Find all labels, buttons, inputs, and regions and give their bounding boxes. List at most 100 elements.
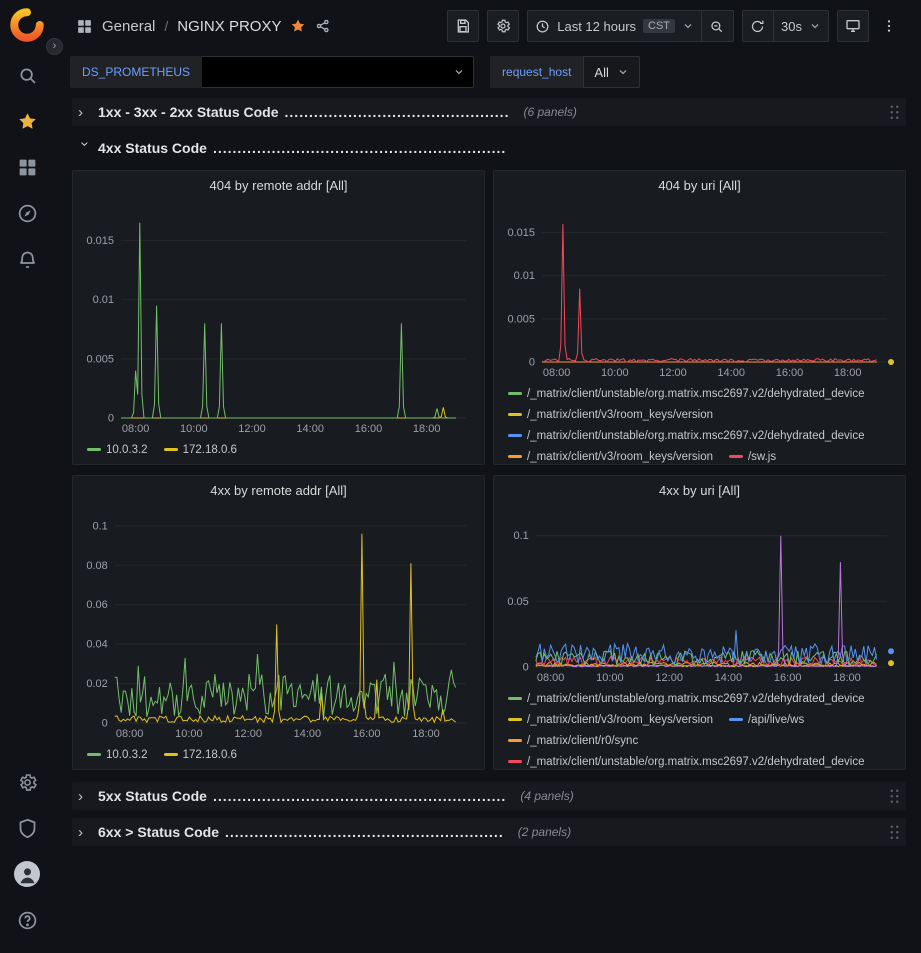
legend-series-label: 10.0.3.2 (106, 444, 148, 456)
panel-4xx-by-uri: 4xx by uri [All] 00.050.108:0010:0012:00… (493, 475, 906, 770)
legend-item[interactable]: /_matrix/client/unstable/org.matrix.msc2… (508, 430, 865, 442)
refresh-button[interactable] (742, 10, 774, 42)
row-title: 1xx - 3xx - 2xx Status Code (98, 104, 279, 120)
refresh-interval-picker[interactable]: 30s (774, 10, 829, 42)
request-host-variable: request_host All (490, 56, 640, 88)
favorite-star-icon[interactable] (290, 18, 306, 34)
legend-row: /_matrix/client/r0/sync (508, 730, 893, 751)
legend-item[interactable]: /_matrix/client/unstable/org.matrix.msc2… (508, 756, 865, 768)
row-drag-handle[interactable] (889, 824, 900, 841)
dashboard-row-6xx[interactable]: › 6xx > Status Code ....................… (72, 818, 906, 846)
legend-item[interactable]: /_matrix/client/unstable/org.matrix.msc2… (508, 388, 865, 400)
share-icon[interactable] (315, 18, 331, 34)
zoom-out-button[interactable] (702, 10, 734, 42)
legend-item[interactable]: /sw.js (729, 451, 776, 463)
panel-legend: 10.0.3.2 172.18.0.6 (77, 437, 480, 464)
legend-item[interactable]: /api/live/ws (729, 714, 804, 726)
configuration-gear-icon[interactable] (7, 764, 47, 800)
starred-dashboards-icon[interactable] (7, 103, 47, 139)
legend-item[interactable]: /_matrix/client/unstable/org.matrix.msc2… (508, 693, 865, 705)
dashboard-row-1xx-3xx-2xx[interactable]: › 1xx - 3xx - 2xx Status Code ..........… (72, 98, 906, 126)
svg-text:0: 0 (108, 413, 114, 425)
legend-item[interactable]: 10.0.3.2 (87, 444, 148, 456)
panel-title[interactable]: 4xx by uri [All] (498, 476, 901, 506)
svg-text:18:00: 18:00 (834, 367, 862, 379)
legend-series-label: 172.18.0.6 (183, 749, 237, 761)
refresh-group: 30s (742, 10, 829, 42)
row-drag-handle[interactable] (889, 104, 900, 121)
dashboards-icon[interactable] (7, 149, 47, 185)
legend-series-marker (164, 753, 178, 756)
legend-item[interactable]: 172.18.0.6 (164, 749, 237, 761)
help-icon[interactable] (7, 902, 47, 938)
timeseries-chart[interactable]: 00.0050.010.01508:0010:0012:0014:0016:00… (498, 201, 901, 381)
timeseries-chart[interactable]: 00.0050.010.01508:0010:0012:0014:0016:00… (77, 201, 480, 437)
svg-text:0: 0 (529, 357, 535, 369)
legend-series-marker (508, 455, 522, 458)
kebab-menu-icon[interactable] (877, 10, 909, 42)
svg-text:0: 0 (523, 662, 529, 674)
legend-item[interactable]: /_matrix/client/v3/room_keys/version (508, 451, 713, 463)
user-avatar[interactable] (7, 856, 47, 892)
search-icon[interactable] (7, 57, 47, 93)
legend-series-marker (729, 718, 743, 721)
breadcrumb-separator: / (164, 18, 168, 34)
legend-item[interactable]: /_matrix/client/r0/sync (508, 735, 638, 747)
svg-text:08:00: 08:00 (122, 423, 150, 435)
svg-text:0.01: 0.01 (93, 294, 114, 306)
svg-text:16:00: 16:00 (353, 728, 381, 740)
time-picker-group: Last 12 hours CST (527, 10, 734, 42)
chevron-down-icon (453, 66, 465, 78)
time-range-picker[interactable]: Last 12 hours CST (527, 10, 702, 42)
timeseries-chart[interactable]: 00.050.108:0010:0012:0014:0016:0018:00 (498, 506, 901, 686)
panel-title[interactable]: 4xx by remote addr [All] (77, 476, 480, 506)
svg-text:0.1: 0.1 (514, 530, 529, 542)
legend-series-marker (508, 392, 522, 395)
legend-series-marker (508, 739, 522, 742)
datasource-select[interactable] (202, 56, 474, 88)
legend-item[interactable]: /_matrix/client/v3/room_keys/version (508, 714, 713, 726)
row-title-dots: ........................................… (225, 824, 504, 840)
row-title: 5xx Status Code (98, 788, 207, 804)
row-title-dots: ........................................… (213, 788, 506, 804)
legend-item[interactable]: /_matrix/client/v3/room_keys/version (508, 409, 713, 421)
tv-mode-button[interactable] (837, 10, 869, 42)
grafana-logo[interactable] (10, 8, 44, 42)
save-dashboard-button[interactable] (447, 10, 479, 42)
row-drag-handle[interactable] (889, 788, 900, 805)
panel-title[interactable]: 404 by remote addr [All] (77, 171, 480, 201)
request-host-variable-label[interactable]: request_host (490, 56, 583, 88)
dashboard-settings-button[interactable] (487, 10, 519, 42)
chevron-down-icon (809, 20, 821, 32)
svg-text:18:00: 18:00 (833, 672, 861, 684)
server-admin-shield-icon[interactable] (7, 810, 47, 846)
svg-text:12:00: 12:00 (238, 423, 266, 435)
legend-series-label: /_matrix/client/v3/room_keys/version (527, 409, 713, 421)
panel-title[interactable]: 404 by uri [All] (498, 171, 901, 201)
legend-item[interactable]: 10.0.3.2 (87, 749, 148, 761)
chevron-down-icon: › (77, 141, 94, 155)
chevron-right-icon: › (78, 788, 92, 805)
row-title: 6xx > Status Code (98, 824, 219, 840)
svg-text:16:00: 16:00 (776, 367, 804, 379)
legend-item[interactable]: 172.18.0.6 (164, 444, 237, 456)
breadcrumb-folder[interactable]: General (102, 18, 155, 35)
dashboard-row-4xx[interactable]: › 4xx Status Code ......................… (72, 134, 906, 162)
sidebar-expand-button[interactable]: › (46, 38, 63, 55)
svg-text:14:00: 14:00 (294, 728, 322, 740)
dashboard-title[interactable]: NGINX PROXY (177, 18, 281, 35)
row-title-dots: ........................................… (213, 140, 506, 156)
legend-row: /_matrix/client/v3/room_keys/version/sw.… (508, 446, 893, 465)
request-host-select[interactable]: All (583, 56, 639, 88)
request-host-select-value: All (594, 65, 608, 80)
legend-series-label: /sw.js (748, 451, 776, 463)
datasource-variable-label[interactable]: DS_PROMETHEUS (70, 56, 202, 88)
alerting-bell-icon[interactable] (7, 241, 47, 277)
legend-series-marker (729, 455, 743, 458)
datasource-variable: DS_PROMETHEUS (70, 56, 474, 88)
dashboard-row-5xx[interactable]: › 5xx Status Code ......................… (72, 782, 906, 810)
explore-compass-icon[interactable] (7, 195, 47, 231)
legend-row: /_matrix/client/unstable/org.matrix.msc2… (508, 425, 893, 446)
timeseries-chart[interactable]: 00.020.040.060.080.108:0010:0012:0014:00… (77, 506, 480, 742)
row-panel-count: (4 panels) (520, 789, 573, 803)
